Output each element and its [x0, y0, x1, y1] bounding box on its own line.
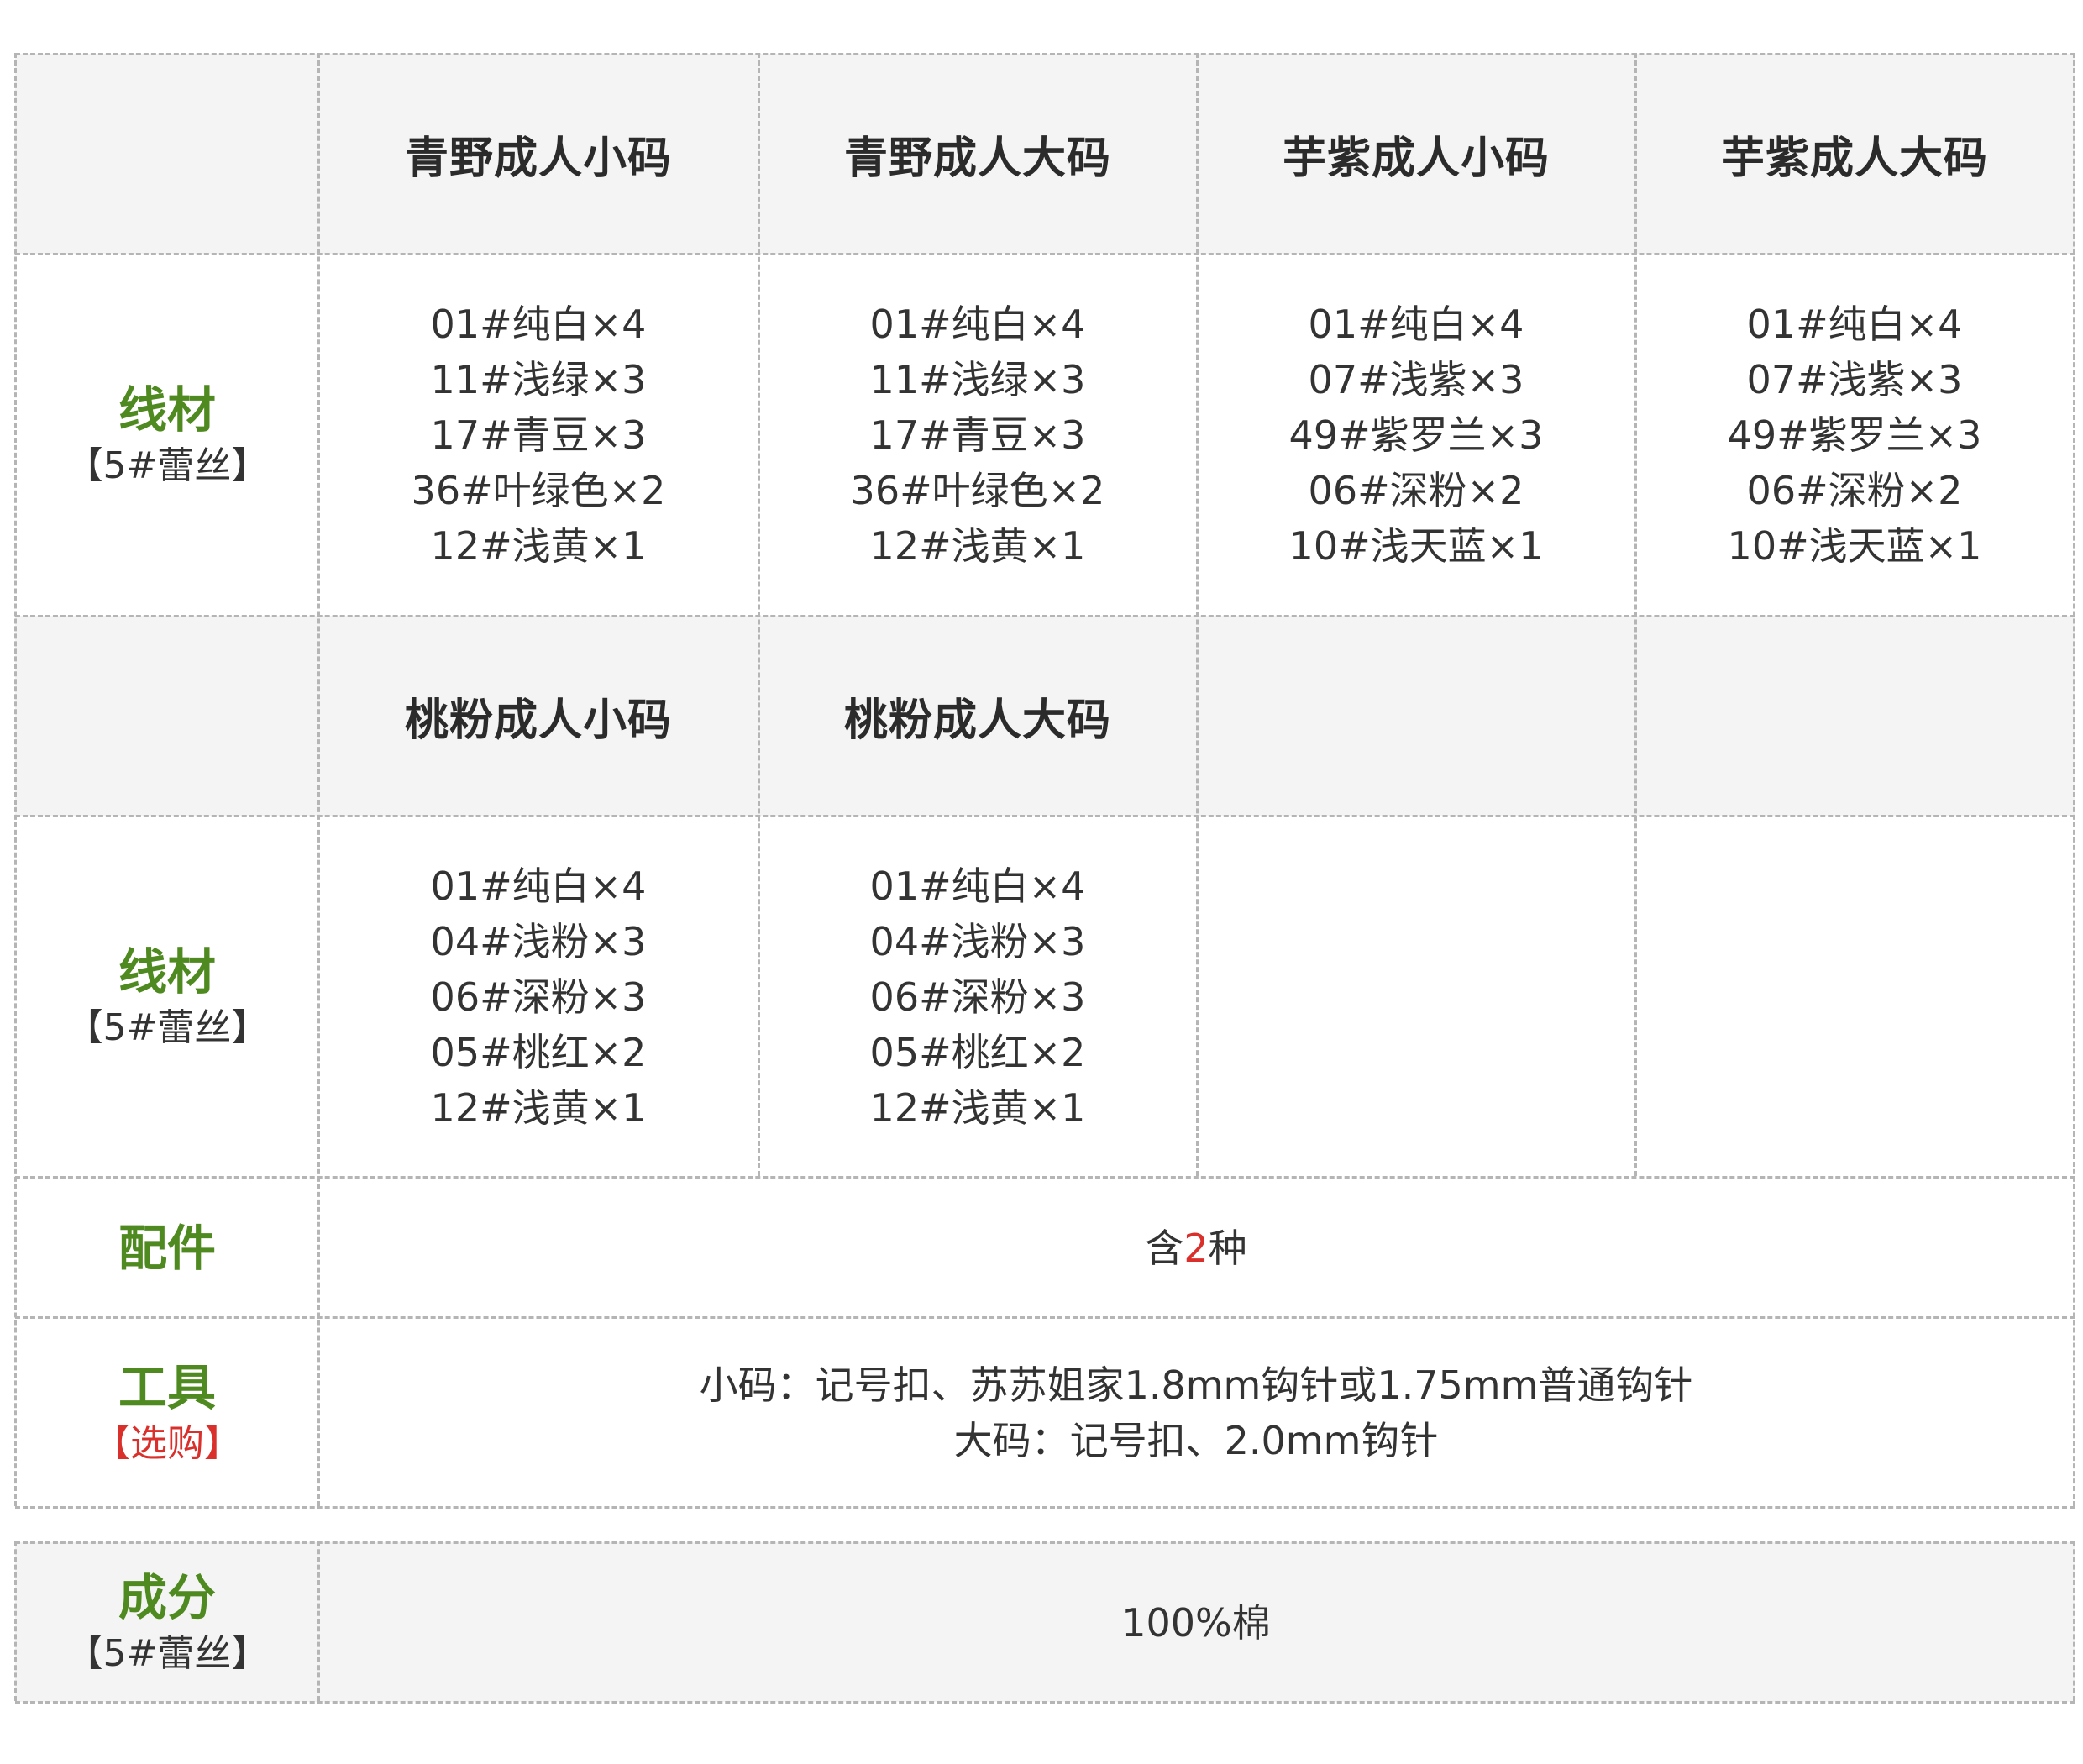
header-cell-taofen-large: 桃粉成人大码 [759, 616, 1196, 816]
row-label: 成分 [118, 1569, 216, 1626]
row-label-yarn-2: 线材 【5#蕾丝】 [17, 817, 317, 1177]
yarn-list-yuzi-small: 01#纯白×4 07#浅紫×3 49#紫罗兰×3 06#深粉×2 10#浅天蓝×… [1198, 255, 1634, 615]
yarn-item: 17#青豆×3 [869, 412, 1086, 458]
yarn-item: 11#浅绿×3 [869, 357, 1086, 402]
yarn-item: 17#青豆×3 [430, 412, 647, 458]
yarn-item: 07#浅紫×3 [1308, 357, 1524, 402]
row-label-accessories: 配件 [17, 1179, 317, 1317]
row-sublabel: 【5#蕾丝】 [66, 1632, 269, 1675]
column-title: 芋紫成人大码 [1720, 133, 1988, 184]
tools-large-size: 大码：记号扣、2.0mm钩针 [953, 1418, 1439, 1463]
yarn-item: 49#紫罗兰×3 [1727, 412, 1982, 458]
accessories-prefix: 含 [1145, 1225, 1184, 1271]
column-title: 桃粉成人小码 [404, 695, 672, 746]
composition-value: 100%棉 [1121, 1600, 1271, 1646]
column-title: 芋紫成人小码 [1282, 133, 1550, 184]
row-label: 线材 [118, 381, 216, 438]
yarn-item: 10#浅天蓝×1 [1727, 523, 1982, 569]
column-title: 青野成人大码 [843, 133, 1111, 184]
yarn-item: 04#浅粉×3 [430, 919, 647, 964]
yarn-item: 07#浅紫×3 [1746, 357, 1963, 402]
yarn-list-qingye-large: 01#纯白×4 11#浅绿×3 17#青豆×3 36#叶绿色×2 12#浅黄×1 [759, 255, 1196, 615]
yarn-item: 01#纯白×4 [430, 302, 647, 347]
yarn-item: 06#深粉×2 [1308, 468, 1524, 513]
header-cell-qingye-large: 青野成人大码 [759, 54, 1196, 254]
yarn-list-taofen-large: 01#纯白×4 04#浅粉×3 06#深粉×3 05#桃红×2 12#浅黄×1 [759, 817, 1196, 1177]
header-cell-qingye-small: 青野成人小码 [319, 54, 758, 254]
yarn-item: 36#叶绿色×2 [411, 468, 666, 513]
accessories-text: 含2种 [1145, 1221, 1246, 1276]
yarn-item: 12#浅黄×1 [430, 523, 647, 569]
yarn-item: 11#浅绿×3 [430, 357, 647, 402]
yarn-item: 06#深粉×3 [430, 974, 647, 1020]
yarn-item: 05#桃红×2 [869, 1030, 1086, 1075]
yarn-item: 04#浅粉×3 [869, 919, 1086, 964]
yarn-item: 01#纯白×4 [1746, 302, 1963, 347]
header-cell-taofen-small: 桃粉成人小码 [319, 616, 758, 816]
yarn-item: 01#纯白×4 [869, 302, 1086, 347]
yarn-list-yuzi-large: 01#纯白×4 07#浅紫×3 49#紫罗兰×3 06#深粉×2 10#浅天蓝×… [1636, 255, 2073, 615]
yarn-item: 06#深粉×3 [869, 974, 1086, 1020]
accessories-count: 2 [1183, 1225, 1209, 1271]
yarn-item: 06#深粉×2 [1746, 468, 1963, 513]
yarn-item: 01#纯白×4 [1308, 302, 1524, 347]
row-label-composition: 成分 【5#蕾丝】 [17, 1544, 317, 1702]
tools-cell: 小码：记号扣、苏苏姐家1.8mm钩针或1.75mm普通钩针 大码：记号扣、2.0… [319, 1319, 2073, 1507]
yarn-list-qingye-small: 01#纯白×4 11#浅绿×3 17#青豆×3 36#叶绿色×2 12#浅黄×1 [319, 255, 758, 615]
row-label-tools: 工具 【选购】 [17, 1319, 317, 1507]
accessories-suffix: 种 [1208, 1225, 1247, 1271]
row-sublabel: 【5#蕾丝】 [66, 1006, 269, 1049]
yarn-item: 05#桃红×2 [430, 1030, 647, 1075]
header-cell-yuzi-small: 芋紫成人小码 [1198, 54, 1634, 254]
yarn-item: 12#浅黄×1 [869, 1085, 1086, 1131]
yarn-item: 12#浅黄×1 [869, 523, 1086, 569]
column-title: 桃粉成人大码 [843, 695, 1111, 746]
yarn-list-taofen-small: 01#纯白×4 04#浅粉×3 06#深粉×3 05#桃红×2 12#浅黄×1 [319, 817, 758, 1177]
yarn-item: 49#紫罗兰×3 [1288, 412, 1544, 458]
yarn-item: 01#纯白×4 [869, 864, 1086, 909]
column-title: 青野成人小码 [404, 133, 672, 184]
row-label: 线材 [118, 943, 216, 1000]
yarn-item: 10#浅天蓝×1 [1288, 523, 1544, 569]
row-label: 配件 [118, 1219, 216, 1277]
tools-small-size: 小码：记号扣、苏苏姐家1.8mm钩针或1.75mm普通钩针 [699, 1362, 1693, 1408]
composition-cell: 100%棉 [319, 1544, 2073, 1702]
accessories-cell: 含2种 [319, 1179, 2073, 1317]
yarn-item: 01#纯白×4 [430, 864, 647, 909]
yarn-item: 12#浅黄×1 [430, 1085, 647, 1131]
header-cell-yuzi-large: 芋紫成人大码 [1636, 54, 2073, 254]
optional-purchase-note: 【选购】 [93, 1422, 241, 1465]
yarn-item: 36#叶绿色×2 [850, 468, 1105, 513]
row-label: 工具 [118, 1359, 216, 1416]
row-sublabel: 【5#蕾丝】 [66, 444, 269, 487]
row-label-yarn-1: 线材 【5#蕾丝】 [17, 255, 317, 615]
